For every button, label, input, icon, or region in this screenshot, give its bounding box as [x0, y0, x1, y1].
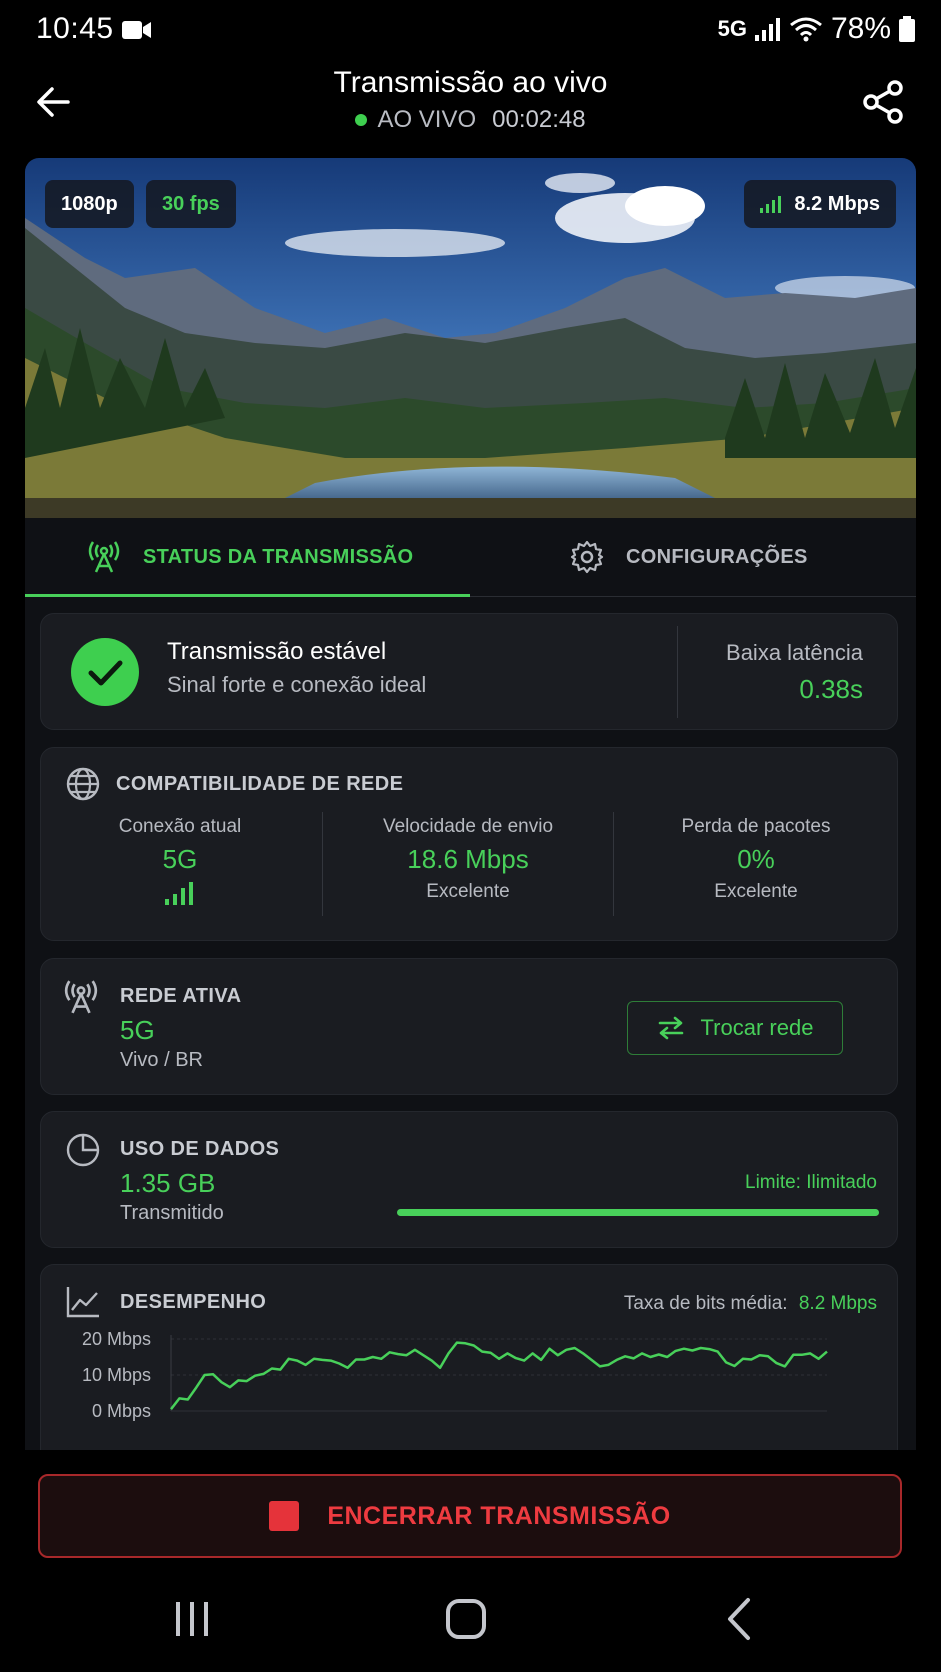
avg-bitrate-label: Taxa de bits média:: [623, 1293, 788, 1314]
status-bar-right: 5G 78%: [718, 12, 915, 46]
avg-bitrate-value: 8.2 Mbps: [798, 1293, 877, 1314]
active-network-card: REDE ATIVA 5G Vivo / BR Trocar rede: [40, 958, 898, 1095]
data-usage-card: USO DE DADOS 1.35 GB Transmitido Limite:…: [40, 1111, 898, 1248]
broadcast-tower-icon: [64, 980, 98, 1014]
live-label: AO VIVO: [377, 106, 477, 133]
latency-label: Baixa latência: [726, 640, 863, 665]
content-panel: STATUS DA TRANSMISSÃO CONFIGURAÇÕES Tran…: [25, 518, 916, 1450]
bitrate-chip: 8.2 Mbps: [744, 180, 896, 228]
page-title: Transmissão ao vivo: [333, 66, 608, 99]
live-timer: 00:02:48: [492, 106, 586, 133]
active-network-carrier: Vivo / BR: [120, 1049, 203, 1071]
video-preview[interactable]: 1080p 30 fps 8.2 Mbps: [25, 158, 916, 518]
active-network-title: REDE ATIVA: [120, 985, 242, 1007]
data-limit: Limite: Ilimitado: [745, 1172, 877, 1194]
stability-title: Transmissão estável: [167, 638, 387, 665]
recent-apps-icon[interactable]: [172, 1596, 212, 1642]
compat-value: 0%: [737, 844, 775, 874]
switch-network-label: Trocar rede: [700, 1015, 814, 1040]
stability-subtitle: Sinal forte e conexão ideal: [167, 672, 427, 697]
data-usage-value: 1.35 GB: [120, 1168, 216, 1198]
nav-back-icon[interactable]: [724, 1596, 754, 1642]
performance-title: DESEMPENHO: [120, 1291, 267, 1313]
compat-note: Excelente: [714, 881, 798, 902]
tab-stream-status-label: STATUS DA TRANSMISSÃO: [143, 545, 414, 568]
end-stream-button[interactable]: ENCERRAR TRANSMISSÃO: [38, 1474, 902, 1558]
compat-value: 18.6 Mbps: [407, 844, 529, 874]
status-bar-time: 10:45: [36, 12, 114, 45]
check-circle-icon: [71, 638, 139, 706]
bitrate-value: 8.2 Mbps: [794, 192, 880, 215]
battery-icon: [899, 16, 915, 42]
compat-col-connection: Conexão atual 5G: [41, 816, 319, 910]
y-tick-label: 0 Mbps: [92, 1401, 151, 1421]
compat-col-packet-loss: Perda de pacotes 0% Excelente: [614, 816, 898, 903]
compat-col-upload: Velocidade de envio 18.6 Mbps Excelente: [323, 816, 613, 903]
tab-settings-label: CONFIGURAÇÕES: [626, 545, 808, 568]
avg-bitrate: Taxa de bits média: 8.2 Mbps: [624, 1293, 877, 1315]
live-dot-icon: [355, 114, 368, 126]
compat-value: 5G: [162, 844, 198, 874]
wifi-icon: [790, 17, 822, 42]
latency-value: 0.38s: [799, 674, 863, 704]
bitrate-series-line: [170, 1341, 828, 1410]
gear-icon: [570, 540, 604, 574]
stability-card: Transmissão estável Sinal forte e conexã…: [40, 613, 898, 730]
stop-icon: [269, 1501, 300, 1531]
data-usage-caption: Transmitido: [120, 1202, 224, 1224]
y-tick-label: 20 Mbps: [82, 1329, 151, 1349]
home-icon[interactable]: [444, 1596, 488, 1642]
pie-chart-icon: [66, 1133, 100, 1167]
battery-percent: 78%: [830, 12, 891, 45]
active-tab-indicator: [25, 594, 470, 597]
compat-title: COMPATIBILIDADE DE REDE: [116, 773, 404, 795]
network-type: 5G: [717, 16, 747, 41]
compat-label: Perda de pacotes: [681, 816, 831, 837]
switch-network-button[interactable]: Trocar rede: [627, 1001, 843, 1055]
performance-card: DESEMPENHO Taxa de bits média: 8.2 Mbps …: [40, 1264, 898, 1450]
performance-chart: 20 Mbps 10 Mbps 0 Mbps: [82, 1329, 828, 1421]
line-chart-icon: [66, 1287, 99, 1318]
compat-note: Excelente: [426, 881, 510, 902]
share-icon[interactable]: [859, 78, 907, 126]
tab-stream-status[interactable]: STATUS DA TRANSMISSÃO: [87, 518, 413, 596]
data-limit-value: Ilimitado: [806, 1172, 877, 1193]
video-camera-icon: [122, 21, 151, 39]
data-limit-label: Limite:: [745, 1172, 801, 1193]
data-usage-bar-fill: [397, 1209, 879, 1216]
broadcast-tower-icon: [88, 541, 120, 573]
globe-icon: [66, 767, 100, 801]
y-tick-label: 10 Mbps: [82, 1365, 151, 1385]
tab-settings[interactable]: CONFIGURAÇÕES: [570, 518, 808, 596]
end-stream-label: ENCERRAR TRANSMISSÃO: [327, 1501, 671, 1530]
resolution-chip: 1080p: [45, 180, 134, 228]
compat-label: Conexão atual: [118, 816, 242, 837]
signal-icon: [754, 18, 780, 41]
compat-label: Velocidade de envio: [382, 816, 554, 837]
data-usage-bar-track: [397, 1209, 879, 1216]
fps-chip: 30 fps: [146, 180, 236, 228]
network-compat-card: COMPATIBILIDADE DE REDE Conexão atual 5G…: [40, 747, 898, 941]
signal-bars-icon: [760, 196, 782, 213]
stability-divider: [677, 626, 678, 718]
live-status: AO VIVO 00:02:48: [0, 106, 941, 134]
signal-bars-icon: [165, 882, 193, 905]
data-usage-title: USO DE DADOS: [120, 1138, 280, 1160]
swap-arrows-icon: [658, 1016, 683, 1040]
active-network-value: 5G: [120, 1015, 155, 1045]
